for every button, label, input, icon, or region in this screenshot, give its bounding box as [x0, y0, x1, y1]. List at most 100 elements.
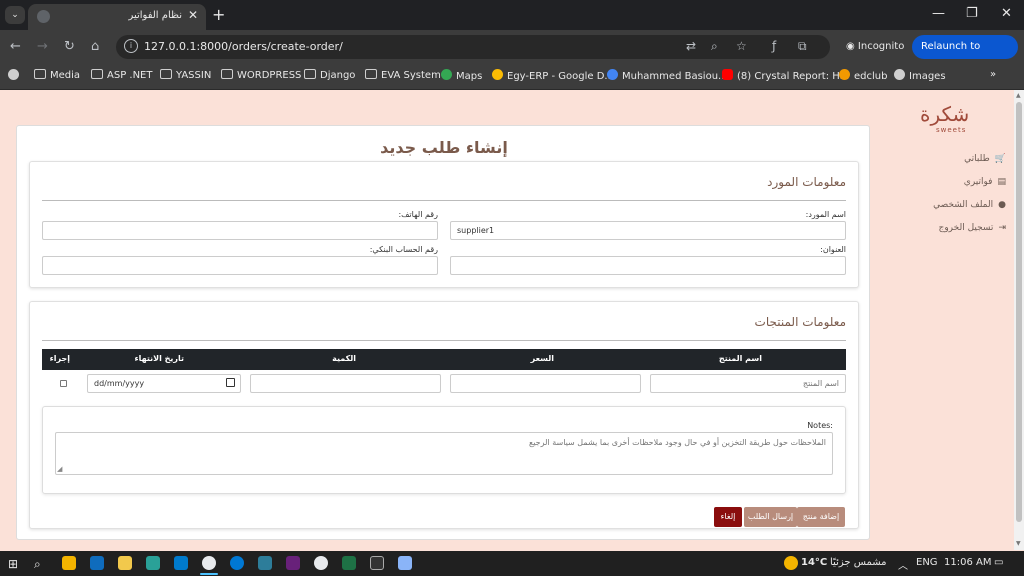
bookmark-folder[interactable]: WORDPRESS	[221, 69, 301, 81]
bookmark-link[interactable]: Egy-ERP - Google D...	[492, 69, 614, 82]
section-divider	[42, 340, 846, 341]
outlook-icon[interactable]	[90, 556, 104, 570]
product-name-input[interactable]	[650, 374, 846, 393]
supplier-name-input[interactable]	[450, 221, 846, 240]
quantity-input[interactable]	[250, 374, 441, 393]
youtube-icon	[722, 69, 733, 80]
minimize-icon[interactable]: —	[932, 6, 945, 21]
weather-desc[interactable]: مشمس جزئيًا	[830, 557, 887, 568]
bookmark-folder[interactable]: EVA System	[365, 69, 441, 81]
resize-handle-icon[interactable]: ◢	[57, 465, 62, 473]
bookmark-folder[interactable]: Media	[34, 69, 80, 81]
bookmark-link[interactable]: Images	[894, 69, 946, 82]
folder-icon	[34, 69, 46, 79]
products-table-header: اسم المنتج السعر الكمية تاريخ الانتهاء إ…	[42, 349, 846, 370]
col-expiry: تاريخ الانتهاء	[134, 354, 184, 363]
col-product-name: اسم المنتج	[718, 354, 762, 363]
zoom-icon[interactable]: ⌕	[711, 39, 718, 54]
bookmark-link[interactable]: Maps	[441, 69, 482, 82]
translate-icon[interactable]: ⇄	[686, 39, 696, 53]
site-info-icon[interactable]: i	[124, 39, 138, 53]
home-icon[interactable]: ⌂	[91, 39, 99, 54]
chrome-icon[interactable]	[202, 556, 216, 570]
supplier-name-label: اسم المورد:	[805, 210, 846, 219]
price-input[interactable]	[450, 374, 641, 393]
row-action-checkbox[interactable]	[60, 380, 67, 387]
address-url[interactable]: 127.0.0.1:8000/orders/create-order/	[144, 40, 343, 53]
scroll-down-icon[interactable]: ▼	[1016, 540, 1021, 547]
bookmark-link[interactable]: edclub	[839, 69, 887, 82]
chrome-icon[interactable]	[314, 556, 328, 570]
sidebar-item-orders[interactable]: 🛒طلباتي	[964, 154, 1006, 164]
relaunch-button[interactable]: Relaunch to update ⋮	[912, 35, 1018, 76]
calendar-icon[interactable]	[226, 378, 235, 387]
bookmark-folder[interactable]: Django	[304, 69, 355, 81]
tray-chevron-icon[interactable]: ︿	[898, 557, 908, 572]
browser-tab[interactable]: نظام الفواتير ✕	[28, 4, 206, 30]
section-divider	[42, 200, 846, 201]
file-explorer-icon[interactable]	[118, 556, 132, 570]
address-input[interactable]	[450, 256, 846, 275]
sidebar-item-invoices[interactable]: ▤فواتيري	[964, 177, 1006, 187]
phone-input[interactable]	[42, 221, 438, 240]
back-icon[interactable]: ←	[10, 39, 21, 54]
forward-icon[interactable]: →	[37, 39, 48, 54]
expiry-date-input[interactable]: dd/mm/yyyy	[87, 374, 241, 393]
bookmark-star-icon[interactable]: ☆	[736, 39, 747, 53]
new-tab-button[interactable]: +	[212, 5, 225, 24]
app-icon[interactable]	[286, 556, 300, 570]
close-window-icon[interactable]: ✕	[1001, 6, 1012, 21]
bookmarks-overflow-icon[interactable]: »	[990, 69, 996, 80]
notepad-icon[interactable]	[398, 556, 412, 570]
folder-icon	[365, 69, 377, 79]
bank-account-label: رقم الحساب البنكي:	[369, 245, 438, 254]
weather-temp[interactable]: 14°C	[801, 557, 827, 568]
bookmark-link[interactable]: Muhammed Basiou...	[607, 69, 728, 82]
products-section-title: معلومات المنتجات	[754, 315, 846, 329]
notes-textarea[interactable]	[55, 432, 833, 475]
scroll-up-icon[interactable]: ▲	[1016, 92, 1021, 99]
logout-icon: ⇥	[998, 223, 1006, 233]
folder-icon	[221, 69, 233, 79]
clock[interactable]: 11:06 AM	[944, 557, 991, 568]
terminal-icon[interactable]	[370, 556, 384, 570]
vscode-icon[interactable]	[174, 556, 188, 570]
tab-search-menu-button[interactable]: ⌄	[5, 6, 25, 24]
app-icon[interactable]	[258, 556, 272, 570]
cancel-button[interactable]: إلغاء	[714, 507, 742, 527]
add-product-button[interactable]: إضافة منتج	[797, 507, 845, 527]
restore-icon[interactable]: ❐	[966, 6, 978, 21]
app-icon[interactable]	[146, 556, 160, 570]
products-section: معلومات المنتجات اسم المنتج السعر الكمية…	[29, 301, 859, 529]
bookmark-apps-icon[interactable]	[8, 69, 23, 82]
incognito-indicator[interactable]: ◉ Incognito	[838, 36, 912, 58]
create-order-card: إنشاء طلب جديد معلومات المورد اسم المورد…	[16, 125, 870, 540]
extensions-icon[interactable]: ⧉	[798, 39, 807, 54]
reload-icon[interactable]: ↻	[64, 39, 75, 54]
edge-icon[interactable]	[230, 556, 244, 570]
font-icon[interactable]: ƒ	[772, 39, 776, 53]
excel-icon[interactable]	[342, 556, 356, 570]
bookmark-link[interactable]: (8) Crystal Report: H...	[722, 69, 849, 82]
sidebar-item-logout[interactable]: ⇥تسجيل الخروج	[939, 223, 1006, 233]
language-indicator[interactable]: ENG	[916, 557, 938, 568]
drive-icon	[492, 69, 503, 80]
edclub-icon	[839, 69, 850, 80]
page-scrollbar[interactable]: ▲ ▼	[1014, 90, 1024, 550]
start-icon[interactable]: ⊞	[8, 557, 18, 571]
app-icon[interactable]	[62, 556, 76, 570]
submit-order-button[interactable]: إرسال الطلب	[744, 507, 797, 527]
scrollbar-thumb[interactable]	[1016, 102, 1022, 522]
sidebar-item-profile[interactable]: ●الملف الشخصي	[933, 200, 1006, 210]
weather-icon[interactable]	[784, 556, 798, 570]
brand-logo[interactable]: شكرة	[920, 102, 969, 126]
address-bar[interactable]: i 127.0.0.1:8000/orders/create-order/ ⇄ …	[116, 35, 830, 59]
bank-account-input[interactable]	[42, 256, 438, 275]
bookmark-folder[interactable]: ASP .NET	[91, 69, 152, 81]
notification-icon[interactable]: ▭	[994, 557, 1003, 568]
bookmark-folder[interactable]: YASSIN	[160, 69, 211, 81]
tab-close-icon[interactable]: ✕	[188, 8, 198, 22]
browser-tab-bar: ⌄ نظام الفواتير ✕ + — ❐ ✕	[0, 0, 1024, 30]
incognito-icon: ◉	[846, 41, 858, 52]
search-icon[interactable]: ⌕	[34, 557, 41, 572]
